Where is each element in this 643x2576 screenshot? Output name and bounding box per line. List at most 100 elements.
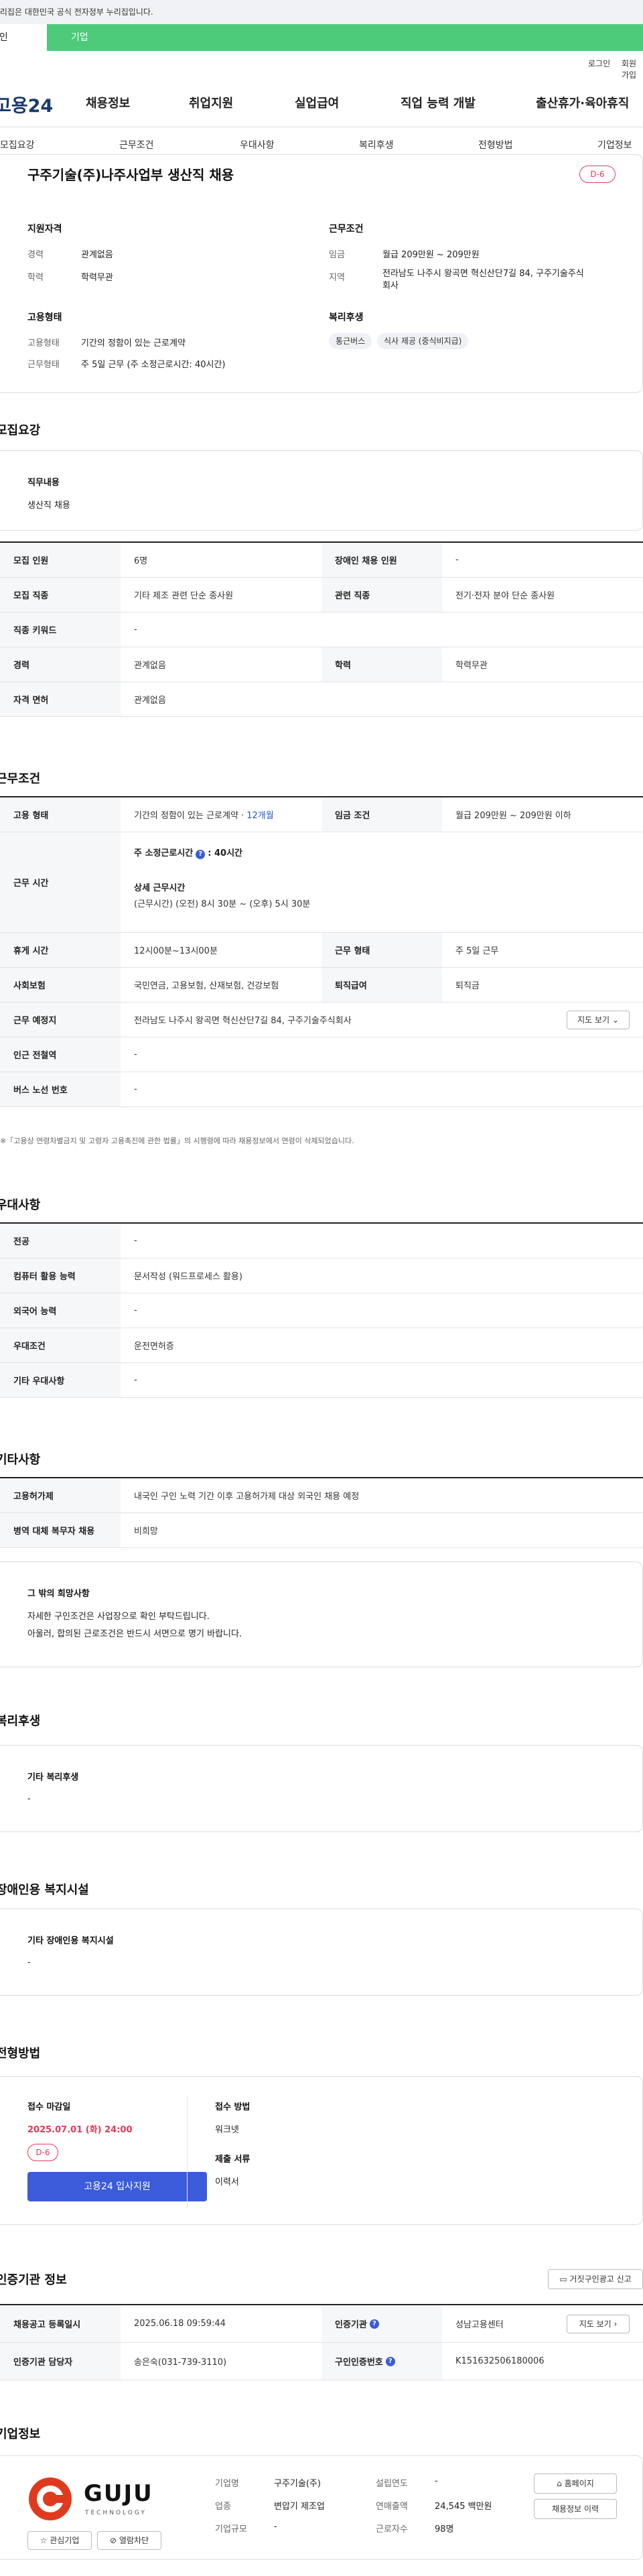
cert-org-label: 인증기관 <box>335 2320 367 2330</box>
company-year-label: 설립연도 <box>376 2479 408 2489</box>
table-cell: 12시00분~13시00분 <box>134 946 218 956</box>
recruit-table: 모집 인원 6명 장애인 채용 인원 - 모집 직종 기타 제조 관련 단순 종… <box>0 541 643 717</box>
cond-heading: 근무조건 <box>329 224 364 235</box>
table-cell: - <box>134 1049 137 1059</box>
table-row: 휴게 시간 12시00분~13시00분 근무 형태 주 5일 근무 <box>0 933 643 968</box>
work-table: 고용 형태 기간의 정함이 있는 근로계약 · 12개월 임금 조건 월급 20… <box>0 796 643 1107</box>
hours-std-val: : 40시간 <box>208 848 242 858</box>
home-icon: ⌂ <box>557 2479 562 2488</box>
recruit-heading: 모집요강 <box>0 424 41 438</box>
table-header-cell: 직종 키워드 <box>0 613 121 647</box>
table-row: 인근 전철역 - <box>0 1037 643 1072</box>
block-icon: ⊘ <box>109 2536 117 2545</box>
table-cell: - <box>134 625 137 635</box>
method-label: 접수 방법 <box>215 2102 251 2112</box>
table-header-cell: 관련 직종 <box>322 578 442 612</box>
other-wish-heading: 그 밖의 희망사항 <box>27 1589 90 1599</box>
gnb-item-jobs[interactable]: 채용정보 <box>86 94 130 111</box>
apply-button[interactable]: 고용24 입사지원 <box>27 2172 207 2201</box>
welfare-card: 기타 복리후생 - <box>0 1745 643 1832</box>
career-label: 경력 <box>27 250 44 260</box>
company-industry-label: 업종 <box>215 2502 231 2512</box>
report-ad-button[interactable]: ▭ 거짓구인광고 신고 <box>548 2269 643 2289</box>
table-header-cell: 사회보험 <box>0 968 121 1002</box>
dday-badge: D-6 <box>579 166 616 183</box>
pref-table: 전공 - 컴퓨터 활용 능력 문서작성 (워드프로세스 활용) 외국어 능력 - 우대… <box>0 1222 643 1398</box>
table-cell: - <box>134 1375 137 1385</box>
table-cell: 전라남도 나주시 왕곡면 혁신산단7길 84, 구주기술주식회사 <box>134 1016 352 1026</box>
table-cell: 관계없음 <box>134 661 166 671</box>
deadline-value: 2025.07.01 (화) 24:00 <box>27 2125 133 2135</box>
work-heading: 근무조건 <box>0 772 41 786</box>
hiring-history-button[interactable]: 채용정보 이력 <box>534 2499 617 2519</box>
welfare-heading: 복리후생 <box>329 312 364 323</box>
table-header-cell: 근무 시간 <box>0 832 121 932</box>
company-logo-subtext: TECHNOLOGY <box>85 2510 147 2516</box>
table-header-cell: 외국어 능력 <box>0 1293 121 1328</box>
table-header-cell: 모집 직종 <box>0 578 121 612</box>
table-header-cell: 자격 면허 <box>0 682 121 716</box>
login-link[interactable]: 로그인 <box>588 58 610 69</box>
gnb-item-leave[interactable]: 출산휴가·육아휴직 <box>536 94 629 111</box>
help-icon[interactable]: ? <box>369 2319 379 2329</box>
site-logo[interactable]: 고용24 <box>0 91 55 117</box>
selection-divider <box>187 2097 188 2208</box>
tab-company[interactable]: 기업 <box>47 24 643 51</box>
tab-personal[interactable]: 개인 <box>0 24 47 51</box>
disabled-card: 기타 장애인용 복지시설 - <box>0 1909 643 1996</box>
homepage-button[interactable]: ⌂ 홈페이지 <box>534 2473 617 2494</box>
company-name-value: 구주기술(주) <box>274 2479 321 2489</box>
career-value: 관계없음 <box>81 250 113 260</box>
company-sales-value: 24,545 백만원 <box>435 2502 492 2512</box>
table-header-cell: 장애인 채용 인원 <box>322 543 442 577</box>
qual-heading: 지원자격 <box>27 224 62 235</box>
help-icon[interactable]: ? <box>196 850 206 859</box>
other-wish-card: 그 밖의 희망사항 자세한 구인조건은 사업장으로 확인 부탁드립니다. 아울러… <box>0 1561 643 1667</box>
table-row: 모집 인원 6명 장애인 채용 인원 - <box>0 543 643 578</box>
table-cell: 운전면허증 <box>134 1342 174 1352</box>
block-view-button[interactable]: ⊘ 열람차단 <box>97 2531 161 2550</box>
gnb-item-unemployment[interactable]: 실업급여 <box>295 94 339 111</box>
cert-map-button[interactable]: 지도 보기 › <box>567 2315 630 2333</box>
job-title: 구주기술(주)나주사업부 생산직 채용 <box>27 167 234 183</box>
interest-company-button[interactable]: ☆ 관심기업 <box>27 2531 92 2550</box>
table-row: 병역 대체 복무자 채용 비희망 <box>0 1513 643 1548</box>
anchor-pref[interactable]: 우대사항 <box>240 138 275 151</box>
anchor-selection[interactable]: 전형방법 <box>478 138 513 151</box>
anchor-recruit[interactable]: 모집요강 <box>0 138 35 151</box>
anchor-company[interactable]: 기업정보 <box>597 138 632 151</box>
hours-detail-label: 상세 근무시간 <box>134 883 186 893</box>
help-icon[interactable]: ? <box>385 2356 395 2366</box>
company-sales-label: 연매출액 <box>376 2502 408 2512</box>
company-logo <box>26 2475 74 2523</box>
anchor-work[interactable]: 근무조건 <box>119 138 154 151</box>
work-map-button[interactable]: 지도 보기 ⌄ <box>567 1011 630 1029</box>
chevron-right-icon: › <box>614 2319 618 2329</box>
cert-map-label: 지도 보기 <box>579 2319 612 2329</box>
table-cell: - <box>134 1084 137 1094</box>
user-type-tabs: 개인 기업 <box>0 24 643 51</box>
table-row: 우대조건 운전면허증 <box>0 1328 643 1363</box>
company-logo-text: GUJU <box>84 2480 153 2507</box>
signup-link[interactable]: 회원가입 <box>622 58 643 80</box>
deadline-label: 접수 마감일 <box>27 2102 71 2112</box>
hours-std-label: 주 소정근로시간 <box>134 848 194 858</box>
chevron-down-icon: ⌄ <box>612 1015 619 1025</box>
table-header-cell: 채용공고 등록일시 <box>0 2305 121 2342</box>
other-wish-line: 아울러, 합의된 근로조건은 반드시 서면으로 명기 바랍니다. <box>27 1629 242 1639</box>
document-icon: ▭ <box>559 2274 567 2284</box>
region-value-cont: 회사 <box>382 281 399 291</box>
selection-heading: 전형방법 <box>0 2047 41 2061</box>
table-cell: 기타 제조 관련 단순 종사원 <box>134 591 234 601</box>
global-nav: 고용24 채용정보 취업지원 실업급여 직업 능력 개발 출산휴가·육아휴직 <box>0 79 643 127</box>
wage-label: 임금 <box>329 250 345 260</box>
gnb-item-support[interactable]: 취업지원 <box>189 94 233 111</box>
table-header-cell: 근무 예정지 <box>0 1003 121 1037</box>
homepage-label: 홈페이지 <box>564 2479 594 2488</box>
company-year-value: - <box>435 2476 438 2486</box>
table-header-cell: 우대조건 <box>0 1328 121 1362</box>
job-desc-heading: 직무내용 <box>27 478 60 488</box>
hours-label: 근무형태 <box>27 360 60 370</box>
gnb-item-training[interactable]: 직업 능력 개발 <box>401 94 476 111</box>
anchor-welfare[interactable]: 복리후생 <box>359 138 394 151</box>
